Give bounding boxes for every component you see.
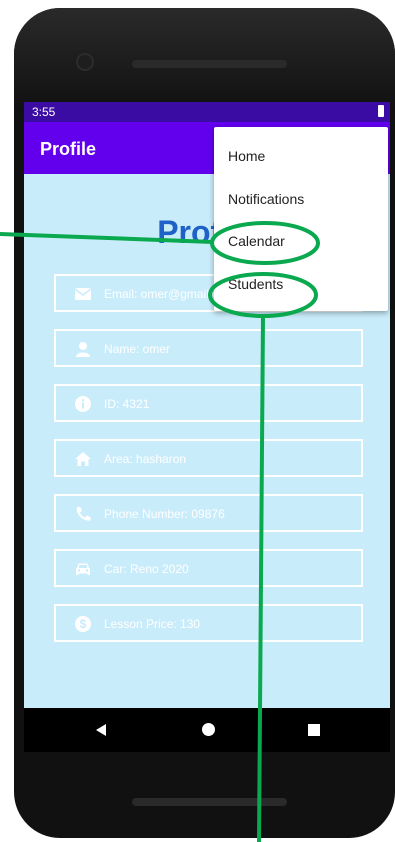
bottom-speaker [132,798,287,806]
person-icon [76,342,90,357]
car-label: Car: Reno 2020 [104,562,189,576]
name-field: Name: omer [54,329,363,367]
id-label: ID: 4321 [104,397,150,411]
recents-icon[interactable] [308,724,320,736]
phone-icon [76,507,91,521]
app-bar-title: Profile [40,139,97,159]
area-field: Area: hasharon [54,439,363,477]
back-icon[interactable] [96,724,106,736]
name-label: Name: omer [104,342,171,356]
dollar-icon: $ [75,616,91,632]
battery-icon [378,105,384,117]
car-field: Car: Reno 2020 [54,549,363,587]
lesson-price-label: Lesson Price: 130 [104,617,201,631]
home-nav-icon[interactable] [202,723,215,736]
status-time: 3:55 [32,105,56,119]
front-camera [78,55,92,69]
id-field: ID: 4321 [54,384,363,422]
overflow-menu: Home Notifications Calendar Students [214,127,388,311]
phone-label: Phone Number: 09876 [104,507,225,521]
system-nav-bar [24,708,390,752]
menu-item-calendar[interactable]: Calendar [228,233,285,249]
menu-item-students[interactable]: Students [228,276,283,292]
svg-text:$: $ [80,617,87,631]
area-label: Area: hasharon [104,452,187,466]
menu-item-notifications[interactable]: Notifications [228,191,304,207]
info-icon [75,396,91,412]
home-icon [75,452,91,466]
mail-icon [74,288,92,300]
phone-field: Phone Number: 09876 [54,494,363,532]
lesson-price-field: $ Lesson Price: 130 [54,604,363,642]
car-icon [76,563,90,575]
earpiece-speaker [132,60,287,68]
phone-top-bezel [14,8,395,108]
menu-item-home[interactable]: Home [228,148,265,164]
status-bar: 3:55 [24,102,390,122]
